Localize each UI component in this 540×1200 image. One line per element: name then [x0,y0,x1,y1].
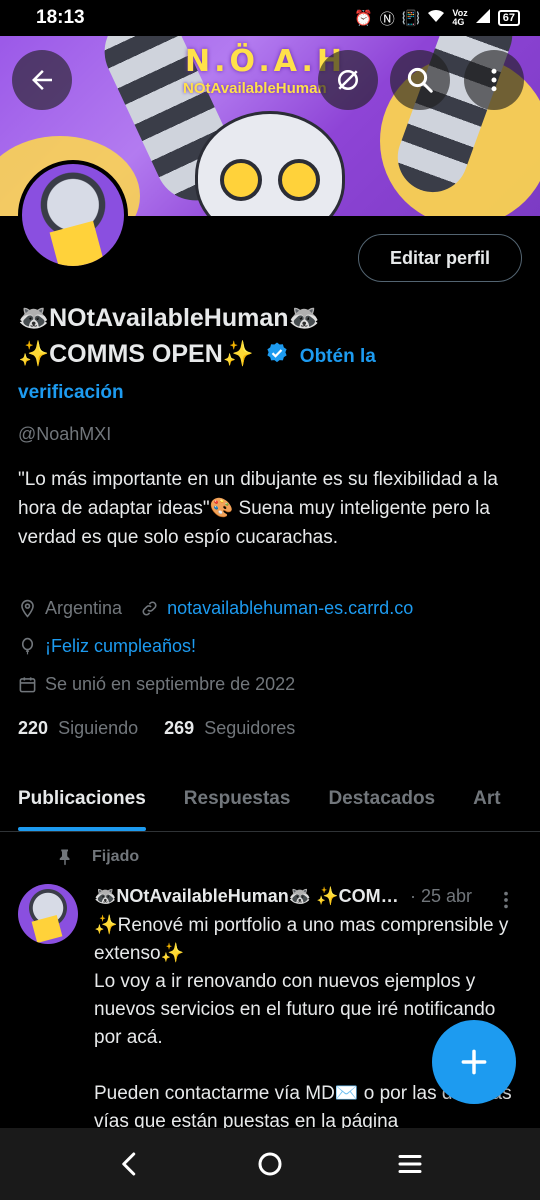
display-name-line2: ✨COMMS OPEN✨ [18,340,254,368]
post-author-name[interactable]: 🦝NOtAvailableHuman🦝 ✨COMMS OPEN✨ [94,886,406,907]
follow-stats: 220 Siguiendo 269 Seguidores [18,718,295,739]
status-time: 18:13 [36,7,85,28]
tab-publicaciones[interactable]: Publicaciones [18,770,146,831]
nfc-icon: Ⓝ [379,10,395,28]
post-author-avatar[interactable] [18,884,78,944]
followers-label: Seguidores [204,718,296,738]
compose-post-button[interactable] [432,1020,516,1104]
profile-handle: @NoahMXI [18,424,112,444]
calendar-icon [19,677,36,693]
following-label: Siguiendo [58,718,139,738]
tab-destacados[interactable]: Destacados [328,770,435,831]
post-more-button[interactable] [494,888,518,912]
signal-icon [475,8,491,28]
display-name: 🦝NOtAvailableHuman🦝 ✨COMMS OPEN✨ Obtén l… [18,300,518,411]
back-button[interactable] [12,50,72,110]
profile-birthday-row: ¡Feliz cumpleaños! [18,636,196,657]
banner-character-eye [278,159,320,201]
get-verified-link-continued[interactable]: verificación [18,375,518,411]
verified-badge-icon[interactable] [265,341,289,365]
post-date[interactable]: · 25 abr [410,886,472,907]
profile-tabs: Publicaciones Respuestas Destacados Art [0,770,540,832]
birthday-link[interactable]: ¡Feliz cumpleaños! [45,636,196,657]
network-type: Voz 4G [452,8,468,27]
profile-avatar[interactable] [18,160,128,270]
nav-back-icon[interactable] [115,1149,145,1179]
following-link[interactable]: 220 Siguiendo [18,718,138,739]
more-options-button[interactable] [464,50,524,110]
post-header: 🦝NOtAvailableHuman🦝 ✨COMMS OPEN✨ · 25 ab… [94,886,494,907]
search-icon [407,67,433,93]
plus-icon [461,1049,487,1075]
profile-joined-date: Se unió en septiembre de 2022 [45,674,296,694]
pinned-indicator: Fijado [56,848,139,866]
display-name-line1: 🦝NOtAvailableHuman🦝 [18,304,320,332]
more-vertical-icon [491,68,497,92]
profile-meta-row: Argentina notavailablehuman-es.carrd.co [18,598,413,619]
tab-respuestas[interactable]: Respuestas [184,770,291,831]
battery-indicator: 67 [497,10,520,26]
status-icons: ⏰ Ⓝ 📳 Voz 4G 67 [354,8,520,29]
followers-count: 269 [164,718,195,738]
incognito-icon [338,70,358,90]
alarm-icon: ⏰ [354,10,373,27]
profile-website-link[interactable]: notavailablehuman-es.carrd.co [167,598,413,619]
pin-icon [59,849,70,866]
banner-logo-subtitle: NOtAvailableHuman [183,80,327,97]
balloon-icon [21,637,34,655]
followers-link[interactable]: 269 Seguidores [164,718,295,739]
link-icon [142,601,157,616]
edit-profile-button[interactable]: Editar perfil [358,234,522,282]
profile-bio: "Lo más importante en un dibujante es su… [18,469,498,548]
search-button[interactable] [390,50,450,110]
tab-art[interactable]: Art [473,770,500,831]
nav-recents-icon[interactable] [395,1149,425,1179]
pinned-label: Fijado [92,848,140,865]
avatar-decoration [49,220,104,266]
more-vertical-icon [504,891,508,909]
arrow-left-icon [32,70,52,90]
system-navigation-bar [0,1128,540,1200]
nav-home-icon[interactable] [255,1149,285,1179]
banner-character-eye [220,159,262,201]
avatar-decoration [31,915,63,943]
following-count: 220 [18,718,49,738]
profile-joined-row: Se unió en septiembre de 2022 [18,674,295,695]
get-verified-link[interactable]: Obtén la [300,346,376,367]
location-icon [21,599,34,618]
incognito-button[interactable] [318,50,378,110]
vibrate-icon: 📳 [401,10,421,27]
status-bar: 18:13 ⏰ Ⓝ 📳 Voz 4G 67 [0,0,540,36]
wifi-icon [427,9,445,27]
profile-location: Argentina [45,598,123,618]
